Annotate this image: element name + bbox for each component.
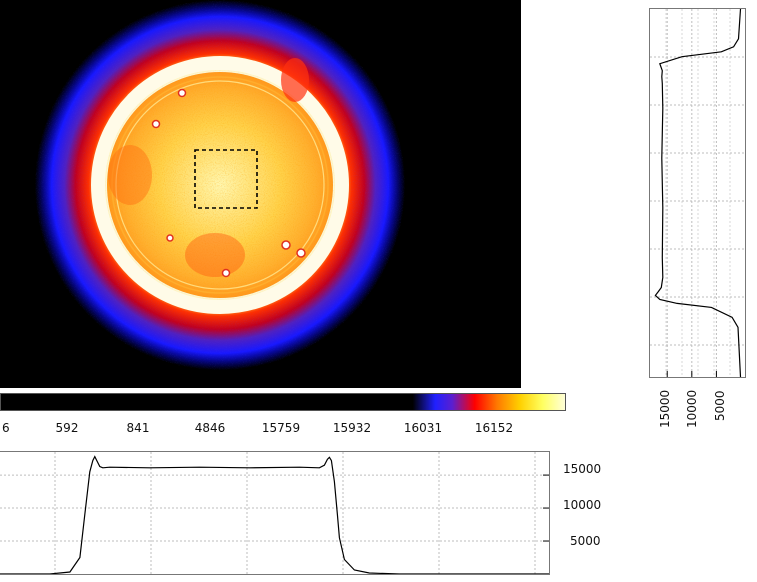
- colorbar-tick: 15932: [332, 421, 372, 435]
- colorbar-tick: 16152: [474, 421, 514, 435]
- dust-speck: [166, 234, 174, 242]
- dust-speck: [296, 248, 306, 258]
- colorbar-tick: 16031: [403, 421, 443, 435]
- camera-image-view[interactable]: [0, 0, 521, 388]
- horizontal-profile-plot[interactable]: [0, 451, 550, 575]
- horizontal-profile-chart: [0, 452, 549, 575]
- colorbar-tick: 592: [55, 421, 79, 435]
- vertical-profile-tick: 5000: [713, 390, 727, 421]
- horizontal-profile-line: [0, 455, 549, 575]
- vertical-profile-tick: 15000: [658, 389, 672, 428]
- colorbar: [0, 393, 566, 411]
- horizontal-profile-tick: 5000: [570, 534, 601, 548]
- colorbar-tick: 6: [2, 421, 10, 435]
- vertical-profile-plot[interactable]: [649, 8, 746, 378]
- horizontal-profile-tick: 10000: [563, 498, 602, 512]
- vertical-profile-chart: [650, 8, 745, 378]
- dust-speck: [177, 88, 187, 98]
- colorbar-tick: 15759: [261, 421, 301, 435]
- dust-speck: [151, 119, 161, 129]
- beam-image: [35, 0, 405, 370]
- colorbar-tick: 4846: [194, 421, 226, 435]
- colorbar-tick: 841: [126, 421, 150, 435]
- dust-speck: [281, 240, 291, 250]
- dust-speck: [221, 268, 231, 278]
- vertical-profile-tick: 10000: [685, 389, 699, 428]
- horizontal-profile-tick: 15000: [563, 462, 602, 476]
